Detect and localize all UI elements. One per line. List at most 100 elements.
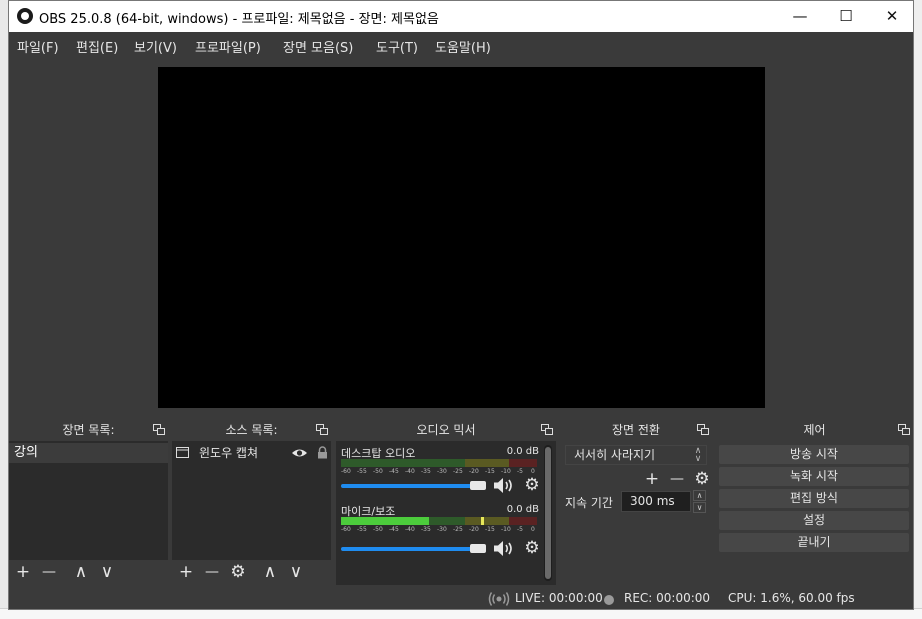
undock-icon[interactable]: [898, 424, 910, 435]
undock-icon[interactable]: [697, 424, 709, 435]
source-properties-gear-icon[interactable]: ⚙: [227, 562, 249, 583]
add-transition-button[interactable]: +: [641, 469, 663, 490]
eye-icon[interactable]: [291, 448, 308, 458]
tick-label: -50: [373, 526, 383, 533]
cpu-status: CPU: 1.6%, 60.00 fps: [728, 591, 855, 605]
scene-transitions-dock: 장면 전환 서서히 사라지기 ∧ ∨ + — ⚙ 지속 기간 300 ms ∧ ∨: [560, 419, 712, 585]
transitions-title: 장면 전환: [560, 419, 712, 441]
controls-dock: 제어 방송 시작 녹화 시작 편집 방식 설정 끝내기: [716, 419, 913, 585]
tick-label: -20: [469, 526, 479, 533]
remove-scene-button[interactable]: —: [38, 562, 60, 583]
channel-db: 0.0 dB: [506, 504, 539, 515]
menu-view[interactable]: 보기(V): [134, 37, 177, 56]
sources-dock: 소스 목록: 윈도우 캡쳐 + — ⚙ ∧ ∨: [172, 419, 331, 585]
start-recording-button[interactable]: 녹화 시작: [719, 467, 909, 486]
tick-label: -35: [421, 526, 431, 533]
undock-icon[interactable]: [153, 424, 165, 435]
menu-file[interactable]: 파일(F): [17, 37, 59, 56]
minimize-button[interactable]: —: [777, 1, 823, 32]
tick-label: -30: [437, 468, 447, 475]
add-scene-button[interactable]: +: [12, 562, 34, 583]
menu-profile[interactable]: 프로파일(P): [195, 37, 261, 56]
tick-label: -25: [453, 526, 463, 533]
move-scene-down-button[interactable]: ∨: [96, 562, 118, 583]
sources-dock-title: 소스 목록:: [172, 419, 331, 441]
tick-label: -5: [517, 526, 523, 533]
sources-list[interactable]: 윈도우 캡쳐: [172, 443, 331, 560]
volume-meter: [341, 517, 537, 525]
tick-label: -25: [453, 468, 463, 475]
remove-source-button[interactable]: —: [201, 562, 223, 583]
duration-label: 지속 기간: [565, 496, 613, 510]
status-bar: LIVE: 00:00:00 REC: 00:00:00 CPU: 1.6%, …: [9, 586, 913, 609]
rec-indicator-icon: [604, 595, 614, 605]
undock-icon[interactable]: [316, 424, 328, 435]
preview-area: [9, 57, 913, 417]
tick-label: -10: [501, 468, 511, 475]
menu-bar: 파일(F) 편집(E) 보기(V) 프로파일(P) 장면 모음(S) 도구(T)…: [9, 32, 913, 57]
menu-tools[interactable]: 도구(T): [376, 37, 418, 56]
audio-mixer-title: 오디오 믹서: [336, 419, 556, 441]
volume-slider[interactable]: [341, 547, 477, 551]
tick-label: -15: [485, 526, 495, 533]
source-name: 윈도우 캡쳐: [199, 446, 259, 460]
studio-mode-button[interactable]: 편집 방식: [719, 489, 909, 508]
move-source-up-button[interactable]: ∧: [259, 562, 281, 583]
obs-logo-icon: [17, 8, 33, 24]
tick-label: -40: [405, 468, 415, 475]
scenes-dock-title: 장면 목록:: [9, 419, 168, 441]
speaker-icon[interactable]: [493, 540, 517, 557]
tick-label: -55: [357, 526, 367, 533]
spin-down-icon[interactable]: ∨: [693, 502, 706, 513]
rec-status: REC: 00:00:00: [624, 591, 711, 605]
exit-button[interactable]: 끝내기: [719, 533, 909, 552]
settings-button[interactable]: 설정: [719, 511, 909, 530]
sources-toolbar: + — ⚙ ∧ ∨: [172, 560, 331, 585]
transition-properties-gear-icon[interactable]: ⚙: [691, 469, 713, 490]
scenes-dock: 장면 목록: 강의 + — ∧ ∨: [9, 419, 168, 585]
tick-label: -45: [389, 526, 399, 533]
speaker-icon[interactable]: [493, 477, 517, 494]
move-source-down-button[interactable]: ∨: [285, 562, 307, 583]
title-bar[interactable]: OBS 25.0.8 (64-bit, windows) - 프로파일: 제목없…: [9, 1, 913, 32]
transition-select-value: 서서히 사라지기: [574, 448, 656, 462]
lock-icon[interactable]: [317, 446, 328, 459]
audio-settings-gear-icon[interactable]: ⚙: [522, 475, 542, 495]
scenes-toolbar: + — ∧ ∨: [9, 560, 168, 585]
audio-mixer-dock: 오디오 믹서 데스크탑 오디오 0.0 dB -60 -55 -50 -45 -…: [336, 419, 556, 585]
move-scene-up-button[interactable]: ∧: [70, 562, 92, 583]
undock-icon[interactable]: [541, 424, 553, 435]
remove-transition-button[interactable]: —: [666, 469, 688, 490]
volume-slider[interactable]: [341, 484, 477, 488]
audio-settings-gear-icon[interactable]: ⚙: [522, 538, 542, 558]
mixer-scrollbar[interactable]: [544, 445, 552, 581]
volume-slider-handle[interactable]: [470, 481, 486, 490]
maximize-button[interactable]: ☐: [823, 1, 869, 32]
duration-value: 300 ms: [630, 494, 675, 508]
add-source-button[interactable]: +: [175, 562, 197, 583]
live-status: LIVE: 00:00:00: [515, 591, 603, 605]
transition-select[interactable]: 서서히 사라지기 ∧ ∨: [565, 445, 707, 465]
duration-spinbox[interactable]: 300 ms: [621, 491, 691, 512]
meter-ticks: -60 -55 -50 -45 -40 -35 -30 -25 -20 -15 …: [341, 526, 537, 535]
volume-slider-handle[interactable]: [470, 544, 486, 553]
tick-label: -55: [357, 468, 367, 475]
menu-edit[interactable]: 편집(E): [76, 37, 118, 56]
window-title: OBS 25.0.8 (64-bit, windows) - 프로파일: 제목없…: [39, 12, 439, 27]
list-item[interactable]: 윈도우 캡쳐: [172, 443, 331, 463]
window-capture-icon: [176, 447, 189, 458]
menu-scene-collection[interactable]: 장면 모음(S): [283, 37, 353, 56]
background-left-strip: [0, 0, 8, 618]
meter-ticks: -60 -55 -50 -45 -40 -35 -30 -25 -20 -15 …: [341, 468, 537, 477]
preview-canvas[interactable]: [158, 67, 765, 408]
start-streaming-button[interactable]: 방송 시작: [719, 445, 909, 464]
tick-label: 0: [531, 526, 535, 533]
list-item[interactable]: 강의: [9, 443, 168, 463]
tick-label: -35: [421, 468, 431, 475]
obs-window: OBS 25.0.8 (64-bit, windows) - 프로파일: 제목없…: [8, 0, 914, 610]
spin-up-icon[interactable]: ∧: [693, 490, 706, 501]
scenes-list[interactable]: 강의: [9, 443, 168, 560]
close-button[interactable]: ✕: [869, 1, 913, 32]
menu-help[interactable]: 도움말(H): [435, 37, 491, 56]
select-arrows-icon: ∧ ∨: [694, 446, 702, 464]
